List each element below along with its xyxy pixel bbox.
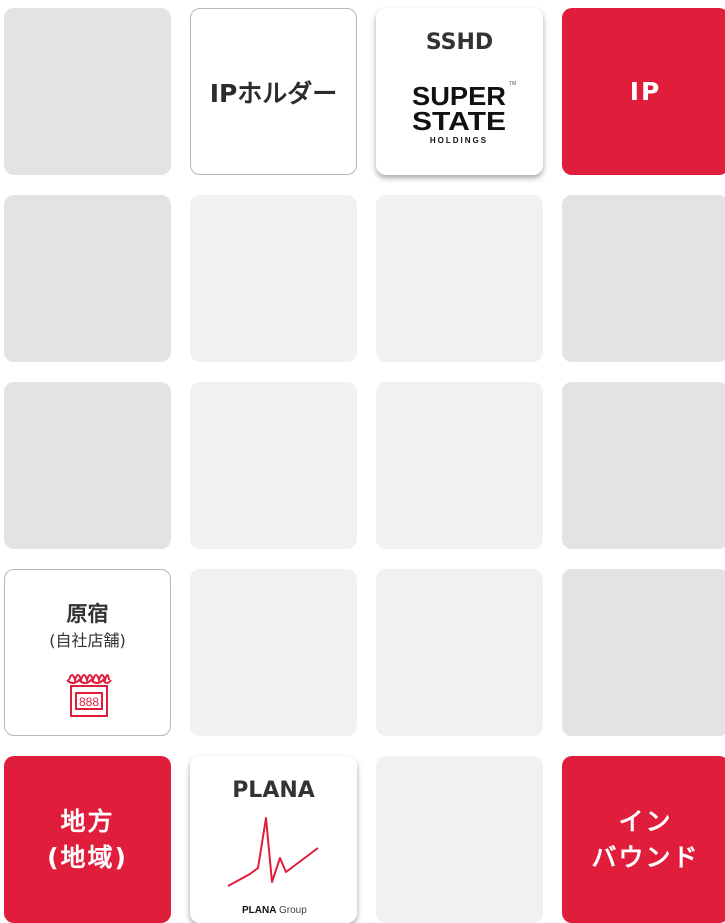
- super-state-logo: SUPER STATE HOLDINGS TM: [412, 81, 516, 145]
- ip-label: IP: [629, 76, 662, 106]
- inbound-tile[interactable]: イン バウンド: [562, 756, 725, 923]
- chiho-tile[interactable]: 地方 (地域): [4, 756, 171, 923]
- shop-icon: 888: [66, 674, 112, 717]
- inbound-line1: イン: [618, 806, 673, 836]
- empty-tile: [4, 382, 171, 549]
- empty-tile: [376, 195, 543, 362]
- empty-tile: [376, 569, 543, 736]
- plana-logo-bold: PLANA: [242, 905, 276, 916]
- shop-icon-text: 888: [79, 695, 99, 709]
- empty-tile: [562, 382, 725, 549]
- empty-tile: [190, 382, 357, 549]
- empty-tile: [562, 195, 725, 362]
- ip-tile[interactable]: IP: [562, 8, 725, 175]
- empty-tile: [376, 382, 543, 549]
- empty-tile: [4, 195, 171, 362]
- trademark-mark: TM: [509, 81, 516, 87]
- chiho-line2: (地域): [47, 842, 128, 872]
- chiho-line1: 地方: [60, 806, 115, 836]
- empty-tile: [190, 195, 357, 362]
- heartbeat-icon: PLANA Group: [227, 817, 319, 916]
- harajuku-tile[interactable]: 原宿 (自社店舗) 888: [4, 569, 171, 736]
- empty-tile: [190, 569, 357, 736]
- logo-line-state: STATE: [412, 106, 506, 136]
- empty-tile: [4, 8, 171, 175]
- inbound-line2: バウンド: [591, 842, 700, 872]
- sshd-tile[interactable]: SSHD SUPER STATE HOLDINGS TM: [376, 8, 543, 175]
- tile-grid: IPホルダー SSHD SUPER STATE HOLDINGS TM IP 原…: [0, 0, 725, 923]
- harajuku-title: 原宿: [66, 602, 109, 626]
- plana-tile[interactable]: PLANA PLANA Group: [190, 756, 357, 923]
- logo-line-holdings: HOLDINGS: [430, 136, 488, 145]
- empty-tile: [376, 756, 543, 923]
- plana-logo-light: Group: [279, 905, 307, 916]
- ip-holder-tile[interactable]: IPホルダー: [190, 8, 357, 175]
- harajuku-subtitle: (自社店舗): [49, 631, 126, 650]
- empty-tile: [562, 569, 725, 736]
- ip-holder-label: IPホルダー: [209, 78, 338, 108]
